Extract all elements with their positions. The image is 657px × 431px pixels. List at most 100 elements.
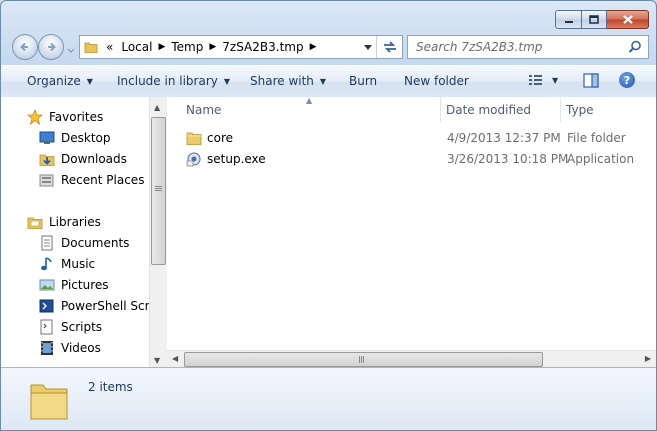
column-header-date-modified[interactable]: Date modified (446, 97, 531, 122)
nav-pane-scrollbar[interactable]: ▲ ▼ (149, 97, 167, 367)
back-button[interactable] (12, 34, 38, 60)
nav-item-videos[interactable]: Videos (39, 338, 101, 358)
file-name: setup.exe (207, 152, 266, 166)
change-view-button[interactable]: ▼ (528, 73, 558, 87)
breadcrumb-separator-icon[interactable]: ▶ (308, 42, 319, 52)
details-pane: 2 items (1, 367, 656, 430)
nav-item-label: Desktop (61, 131, 111, 145)
nav-item-label: Documents (61, 236, 130, 250)
refresh-button[interactable] (376, 36, 403, 58)
nav-favorites-label: Favorites (49, 110, 104, 124)
breadcrumb-separator-icon[interactable]: ▶ (156, 42, 167, 52)
nav-item-scripts[interactable]: Scripts (39, 317, 102, 337)
command-bar: Organize ▼ Include in library ▼ Share with… (1, 65, 656, 98)
nav-item-label: Pictures (61, 278, 109, 292)
forward-button[interactable] (38, 34, 64, 60)
organize-menu[interactable]: Organize ▼ (27, 74, 93, 88)
application-icon (186, 151, 202, 167)
nav-scroll-thumb[interactable] (151, 117, 166, 265)
breadcrumb: « Local ▶ Temp ▶ 7zSA2B3.tmp ▶ (80, 36, 319, 58)
column-divider[interactable] (440, 97, 441, 122)
chevron-down-icon: ▼ (86, 76, 93, 86)
file-type: Application (567, 152, 635, 166)
burn-button[interactable]: Burn (349, 74, 377, 88)
nav-item-downloads[interactable]: Downloads (39, 149, 127, 169)
downloads-icon (39, 151, 55, 167)
scroll-up-icon[interactable]: ▲ (154, 103, 160, 112)
close-icon (622, 15, 633, 24)
column-header-type[interactable]: Type (566, 97, 594, 122)
table-row[interactable]: setup.exe 3/26/2013 10:18 PM Application (167, 149, 656, 170)
scroll-left-icon[interactable]: ◀ (172, 354, 178, 363)
address-dropdown[interactable] (358, 36, 378, 58)
recent-pages-dropdown[interactable] (67, 43, 75, 57)
nav-item-desktop[interactable]: Desktop (39, 128, 111, 148)
chevron-down-icon: ▼ (319, 76, 327, 86)
nav-item-recent-places[interactable]: Recent Places (39, 170, 144, 190)
breadcrumb-overflow[interactable]: « (102, 40, 117, 54)
back-arrow-icon (20, 42, 28, 52)
videos-icon (39, 340, 55, 356)
desktop-icon (39, 130, 55, 146)
nav-item-music[interactable]: Music (39, 254, 95, 274)
nav-libraries-label: Libraries (49, 215, 101, 229)
scroll-down-icon[interactable]: ▼ (154, 356, 160, 365)
breadcrumb-separator-icon[interactable]: ▶ (207, 42, 218, 52)
minimize-button[interactable] (555, 10, 582, 29)
breadcrumb-local[interactable]: Local (117, 40, 156, 54)
help-button[interactable]: ? (619, 72, 635, 88)
nav-item-label: Videos (61, 341, 101, 355)
navigation-pane: Favorites Desktop Downloads Recent Place… (1, 97, 171, 367)
breadcrumb-current[interactable]: 7zSA2B3.tmp (218, 40, 307, 54)
recent-places-icon (39, 172, 55, 188)
nav-favorites[interactable]: Favorites (27, 107, 103, 127)
pictures-icon (39, 277, 55, 293)
nav-item-label: Scripts (61, 320, 103, 334)
nav-libraries[interactable]: Libraries (27, 212, 101, 232)
chevron-down-icon (364, 44, 372, 50)
explorer-window: « Local ▶ Temp ▶ 7zSA2B3.tmp ▶ Search 7z… (0, 0, 657, 431)
maximize-button[interactable] (582, 10, 607, 29)
nav-item-label: Downloads (61, 152, 127, 166)
search-input[interactable]: Search 7zSA2B3.tmp (416, 40, 542, 54)
refresh-icon (384, 41, 396, 53)
forward-arrow-icon (48, 42, 56, 52)
file-list-horizontal-scrollbar[interactable]: ◀ ▶ (167, 350, 656, 368)
breadcrumb-temp[interactable]: Temp (167, 40, 207, 54)
new-folder-button[interactable]: New folder (404, 74, 469, 88)
powershell-icon (39, 298, 55, 314)
file-name: core (207, 131, 233, 145)
search-icon[interactable] (628, 40, 642, 57)
new-folder-label: New folder (404, 74, 469, 88)
maximize-icon (589, 15, 599, 24)
file-date: 3/26/2013 10:18 PM (447, 152, 569, 166)
chevron-down-icon[interactable]: ▼ (552, 76, 558, 85)
chevron-down-icon: ▼ (223, 76, 231, 86)
close-button[interactable] (607, 10, 649, 29)
table-row[interactable]: core 4/9/2013 12:37 PM File folder (167, 128, 656, 149)
scroll-right-icon[interactable]: ▶ (645, 354, 651, 363)
folder-icon (29, 377, 69, 424)
include-in-library-menu[interactable]: Include in library ▼ (117, 74, 230, 88)
preview-pane-icon (583, 73, 599, 88)
sort-ascending-icon: ▲ (306, 96, 313, 105)
caption-buttons (555, 10, 649, 29)
chevron-down-icon (67, 48, 75, 53)
folder-icon (186, 130, 202, 146)
documents-icon (39, 235, 55, 251)
folder-icon (84, 40, 98, 54)
share-with-menu[interactable]: Share with ▼ (250, 74, 326, 88)
search-box[interactable]: Search 7zSA2B3.tmp (407, 35, 649, 59)
nav-item-label: Recent Places (61, 173, 145, 187)
file-type: File folder (567, 131, 626, 145)
nav-item-documents[interactable]: Documents (39, 233, 129, 253)
nav-item-label: Music (61, 257, 96, 271)
address-bar[interactable]: « Local ▶ Temp ▶ 7zSA2B3.tmp ▶ (79, 35, 403, 59)
column-header-name[interactable]: Name (186, 97, 221, 122)
preview-pane-button[interactable] (583, 73, 599, 91)
minimize-icon (564, 20, 573, 23)
horizontal-scroll-thumb[interactable] (184, 352, 543, 367)
burn-label: Burn (349, 74, 378, 88)
nav-item-pictures[interactable]: Pictures (39, 275, 109, 295)
column-divider[interactable] (560, 97, 561, 122)
